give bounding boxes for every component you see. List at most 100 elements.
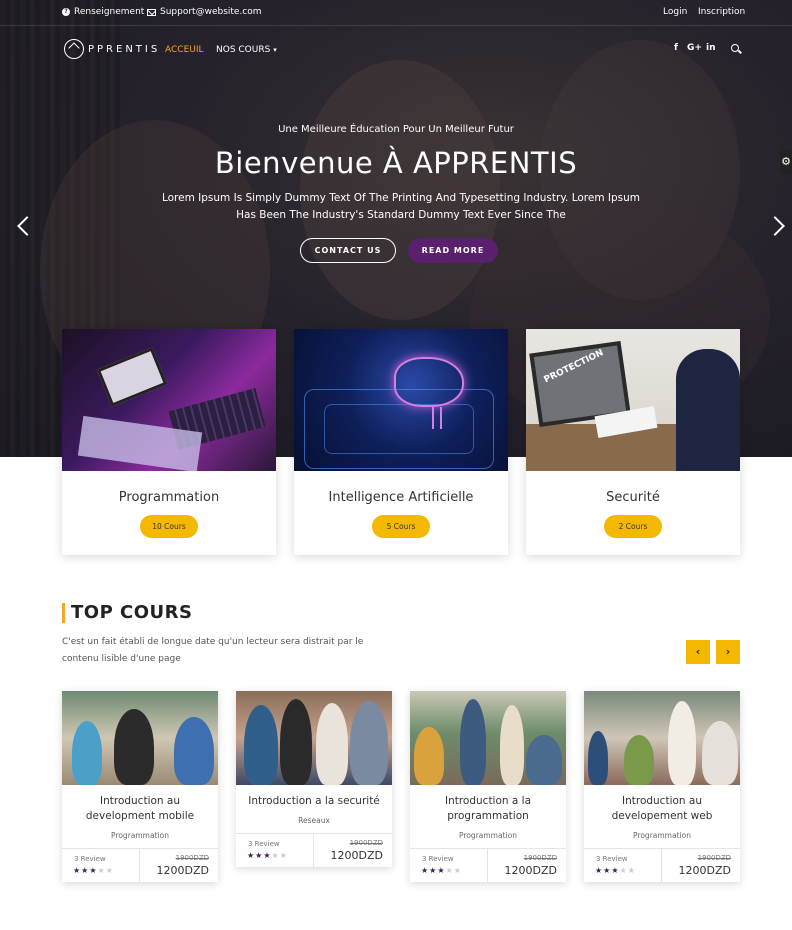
- footer-divider: [661, 849, 662, 883]
- review-count: 3 Review: [248, 840, 280, 848]
- linkedin-icon[interactable]: in: [706, 43, 716, 53]
- person-shape: [526, 735, 562, 785]
- course-image: [236, 691, 392, 785]
- contact-us-button[interactable]: CONTACT US: [300, 238, 396, 263]
- star-empty-icon: ★: [619, 866, 628, 875]
- price: 1200DZD: [504, 864, 557, 877]
- person-shape: [72, 721, 102, 785]
- person-shape: [244, 705, 278, 785]
- star-filled-icon: ★: [73, 866, 82, 875]
- info-link[interactable]: ? Renseignement: [62, 7, 144, 17]
- prev-button[interactable]: ‹: [686, 640, 710, 664]
- person-shape: [350, 701, 388, 785]
- price: 1200DZD: [330, 849, 383, 862]
- star-rating: ★★★★★: [73, 866, 114, 875]
- hero-title: Bienvenue À APPRENTIS: [214, 146, 578, 180]
- person-shape: [280, 699, 312, 785]
- google-plus-icon[interactable]: G+: [687, 43, 702, 53]
- course-count-badge[interactable]: 5 Cours: [372, 515, 430, 538]
- course-card[interactable]: Introduction a la programmation Programm…: [410, 691, 566, 883]
- question-icon: ?: [62, 8, 70, 16]
- site-logo[interactable]: PPRENTIS: [64, 39, 160, 59]
- person-shape: [676, 349, 740, 471]
- circuit-shape: [324, 404, 474, 454]
- next-button[interactable]: ›: [716, 640, 740, 664]
- course-title[interactable]: Introduction a la programmation: [410, 785, 566, 824]
- star-filled-icon: ★: [89, 866, 98, 875]
- top-bar: ? Renseignement Support@website.com Logi…: [0, 0, 792, 26]
- star-empty-icon: ★: [627, 866, 636, 875]
- person-shape: [414, 727, 444, 785]
- facebook-icon[interactable]: f: [674, 43, 678, 53]
- chevron-left-icon[interactable]: [16, 216, 28, 236]
- logo-text: PPRENTIS: [88, 43, 161, 55]
- star-empty-icon: ★: [105, 866, 114, 875]
- review-count: 3 Review: [74, 855, 106, 863]
- person-shape: [702, 721, 738, 785]
- course-count-badge[interactable]: 2 Cours: [604, 515, 662, 538]
- course-footer: 3 Review ★★★★★ 1900DZD 1200DZD: [236, 833, 392, 868]
- nav-courses[interactable]: NOS COURS ▾: [216, 45, 277, 55]
- brain-stem-shape: [432, 407, 442, 429]
- category-card-programmation[interactable]: Programmation 10 Cours: [62, 329, 276, 555]
- star-filled-icon: ★: [611, 866, 620, 875]
- price: 1200DZD: [156, 864, 209, 877]
- price: 1200DZD: [678, 864, 731, 877]
- email-link[interactable]: Support@website.com: [147, 7, 262, 17]
- course-card[interactable]: Introduction au development mobile Progr…: [62, 691, 218, 883]
- person-shape: [174, 717, 214, 785]
- category-image: PROTECTION: [526, 329, 740, 471]
- footer-divider: [313, 834, 314, 868]
- signup-link[interactable]: Inscription: [698, 7, 745, 17]
- course-category: Programmation: [459, 831, 517, 840]
- person-shape: [668, 701, 696, 785]
- course-card[interactable]: Introduction au developement web Program…: [584, 691, 740, 883]
- category-image: [62, 329, 276, 471]
- course-footer: 3 Review ★★★★★ 1900DZD 1200DZD: [584, 848, 740, 883]
- star-rating: ★★★★★: [247, 851, 288, 860]
- course-image: [62, 691, 218, 785]
- person-shape: [588, 731, 608, 785]
- course-title[interactable]: Introduction au development mobile: [62, 785, 218, 824]
- hero-text: Lorem Ipsum Is Simply Dummy Text Of The …: [161, 192, 641, 221]
- category-card-ai[interactable]: Intelligence Artificielle 5 Cours: [294, 329, 508, 555]
- envelope-icon: [147, 8, 156, 16]
- hero-subtitle: Une Meilleure Éducation Pour Un Meilleur…: [278, 124, 514, 135]
- brain-icon: [394, 357, 464, 407]
- logo-icon: [64, 39, 84, 59]
- course-category: Programmation: [633, 831, 691, 840]
- star-filled-icon: ★: [437, 866, 446, 875]
- course-title[interactable]: Introduction a la securité: [236, 785, 392, 809]
- star-empty-icon: ★: [453, 866, 462, 875]
- review-count: 3 Review: [596, 855, 628, 863]
- old-price: 1900DZD: [175, 854, 209, 862]
- chevron-right-icon[interactable]: [772, 216, 784, 236]
- star-empty-icon: ★: [97, 866, 106, 875]
- nav-home[interactable]: ACCEUIL: [165, 45, 204, 55]
- course-title[interactable]: Introduction au developement web: [584, 785, 740, 824]
- course-count-badge[interactable]: 10 Cours: [140, 515, 198, 538]
- footer-divider: [487, 849, 488, 883]
- category-title: Intelligence Artificielle: [328, 490, 474, 505]
- course-category: Reseaux: [298, 816, 330, 825]
- read-more-button[interactable]: READ MORE: [408, 238, 498, 263]
- review-count: 3 Review: [422, 855, 454, 863]
- nav-courses-label: NOS COURS: [216, 45, 271, 55]
- search-icon[interactable]: [731, 44, 739, 52]
- laptop-shape: [96, 347, 168, 407]
- star-filled-icon: ★: [421, 866, 430, 875]
- star-empty-icon: ★: [445, 866, 454, 875]
- star-filled-icon: ★: [263, 851, 272, 860]
- course-card[interactable]: Introduction a la securité Reseaux 3 Rev…: [236, 691, 392, 868]
- email-label: Support@website.com: [160, 7, 262, 17]
- star-empty-icon: ★: [279, 851, 288, 860]
- category-card-security[interactable]: PROTECTION Securité 2 Cours: [526, 329, 740, 555]
- gear-icon[interactable]: ⚙: [780, 150, 792, 174]
- category-title: Securité: [606, 490, 660, 505]
- star-filled-icon: ★: [595, 866, 604, 875]
- section-description: C'est un fait établi de longue date qu'u…: [62, 637, 364, 664]
- login-link[interactable]: Login: [663, 7, 687, 17]
- old-price: 1900DZD: [349, 839, 383, 847]
- course-image: [410, 691, 566, 785]
- course-category: Programmation: [111, 831, 169, 840]
